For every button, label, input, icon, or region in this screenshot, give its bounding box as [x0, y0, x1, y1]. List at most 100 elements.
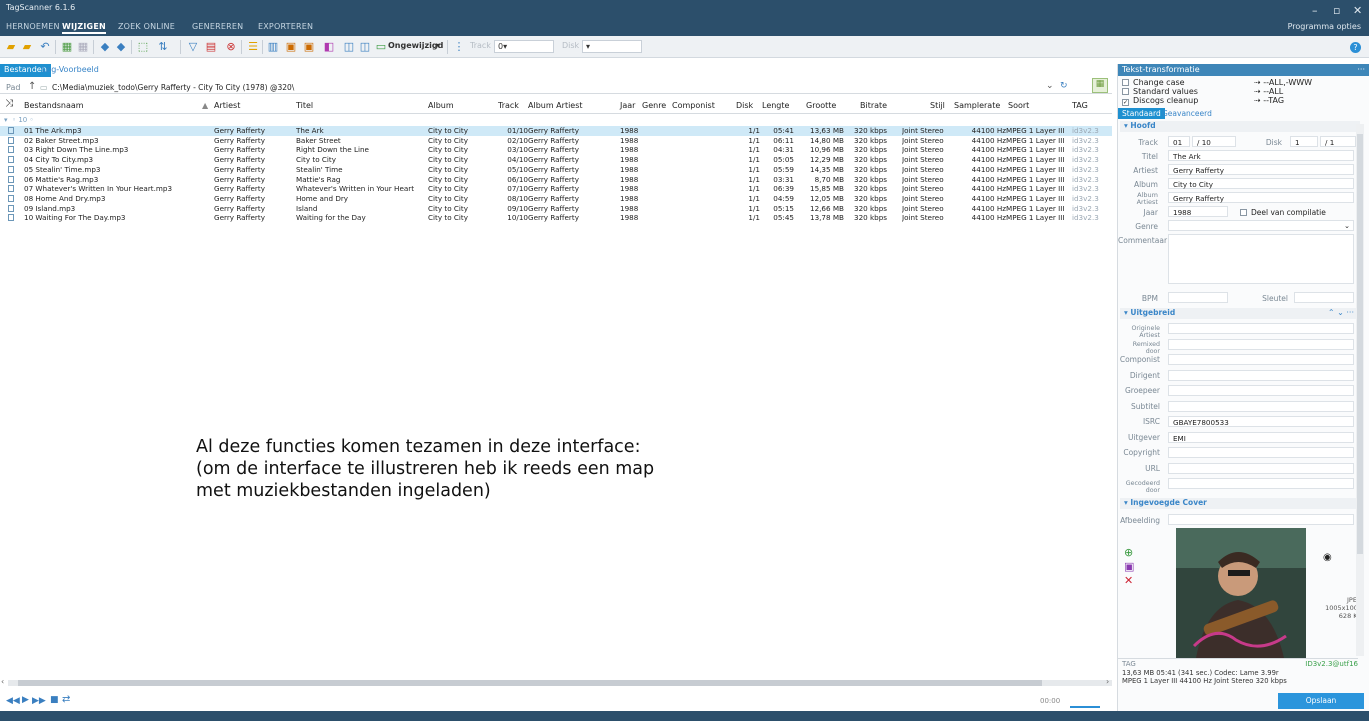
- cell-style[interactable]: Joint Stereo: [902, 155, 958, 165]
- cell-artist[interactable]: Gerry Rafferty: [214, 145, 294, 155]
- cell-title[interactable]: The Ark: [296, 126, 426, 136]
- close-icon[interactable]: ✕: [1353, 4, 1362, 17]
- cell-year[interactable]: 1988: [620, 175, 640, 185]
- cell-track[interactable]: 02/10: [498, 136, 528, 146]
- cell-style[interactable]: Joint Stereo: [902, 145, 958, 155]
- cell-album-artist[interactable]: Gerry Rafferty: [528, 136, 618, 146]
- cell-kind[interactable]: MPEG 1 Layer III: [1006, 145, 1070, 155]
- mode-icon[interactable]: ▭: [374, 40, 388, 54]
- chevron-down-icon[interactable]: ⌄: [1344, 221, 1350, 230]
- album-input[interactable]: City to City: [1168, 178, 1354, 189]
- scroll-right-icon[interactable]: ›: [1106, 677, 1109, 686]
- program-options-link[interactable]: Programma opties: [1288, 22, 1361, 31]
- cell-tag[interactable]: id3v2.3: [1072, 194, 1108, 204]
- cell-bitrate[interactable]: 320 kbps: [854, 126, 902, 136]
- track-input[interactable]: 01: [1168, 136, 1190, 147]
- media-icon[interactable]: ◧: [322, 40, 336, 54]
- cell-album[interactable]: City to City: [428, 126, 496, 136]
- cell-track[interactable]: 05/10: [498, 165, 528, 175]
- disk-total-input[interactable]: / 1: [1320, 136, 1356, 147]
- col-artiest[interactable]: Artiest: [214, 101, 240, 110]
- refresh-icon[interactable]: ↻: [1060, 81, 1068, 91]
- cell-year[interactable]: 1988: [620, 184, 640, 194]
- table-row[interactable]: 07 Whatever's Written In Your Heart.mp3 G…: [0, 184, 1112, 194]
- cell-length[interactable]: 04:59: [762, 194, 794, 204]
- cell-bitrate[interactable]: 320 kbps: [854, 175, 902, 185]
- cell-size[interactable]: 14,80 MB: [800, 136, 844, 146]
- cell-year[interactable]: 1988: [620, 136, 640, 146]
- play-icon[interactable]: ▶: [22, 695, 29, 705]
- col-album-artiest[interactable]: Album Artiest: [528, 101, 583, 110]
- cell-kind[interactable]: MPEG 1 Layer III: [1006, 204, 1070, 214]
- cell-samplerate[interactable]: 44100 Hz: [962, 155, 1006, 165]
- cell-album[interactable]: City to City: [428, 194, 496, 204]
- checkbox-discogs-cleanup[interactable]: ✓: [1122, 99, 1129, 106]
- cell-year[interactable]: 1988: [620, 145, 640, 155]
- cell-bitrate[interactable]: 320 kbps: [854, 136, 902, 146]
- col-album[interactable]: Album: [428, 101, 454, 110]
- cell-samplerate[interactable]: 44100 Hz: [962, 184, 1006, 194]
- scroll-thumb[interactable]: [18, 680, 1042, 686]
- ext-field-input[interactable]: [1168, 447, 1354, 458]
- cell-artist[interactable]: Gerry Rafferty: [214, 165, 294, 175]
- grid-dim-icon[interactable]: ▦: [76, 40, 90, 54]
- jaar-input[interactable]: 1988: [1168, 206, 1228, 217]
- cell-title[interactable]: Stealin' Time: [296, 165, 426, 175]
- cell-length[interactable]: 05:15: [762, 204, 794, 214]
- disk-input[interactable]: ▾: [582, 40, 642, 53]
- select-icon[interactable]: ⬚: [136, 40, 150, 54]
- undo-icon[interactable]: ↶: [38, 40, 52, 54]
- cell-size[interactable]: 12,66 MB: [800, 204, 844, 214]
- cell-length[interactable]: 05:59: [762, 165, 794, 175]
- group-row[interactable]: ▾ ◦ 10 ◦: [4, 116, 34, 124]
- cell-kind[interactable]: MPEG 1 Layer III: [1006, 136, 1070, 146]
- cell-file[interactable]: 02 Baker Street.mp3: [24, 136, 204, 146]
- cell-album-artist[interactable]: Gerry Rafferty: [528, 184, 618, 194]
- cell-bitrate[interactable]: 320 kbps: [854, 213, 902, 223]
- cell-file[interactable]: 05 Stealin' Time.mp3: [24, 165, 204, 175]
- afbeelding-input[interactable]: [1168, 514, 1354, 525]
- cell-album-artist[interactable]: Gerry Rafferty: [528, 126, 618, 136]
- cell-track[interactable]: 09/10: [498, 204, 528, 214]
- forward-icon[interactable]: ▶▶: [32, 696, 46, 706]
- prev-icon[interactable]: ◆: [98, 40, 112, 54]
- cell-title[interactable]: Waiting for the Day: [296, 213, 426, 223]
- save-button[interactable]: Opslaan: [1278, 693, 1364, 709]
- cell-size[interactable]: 8,70 MB: [800, 175, 844, 185]
- cell-bitrate[interactable]: 320 kbps: [854, 145, 902, 155]
- cell-album-artist[interactable]: Gerry Rafferty: [528, 204, 618, 214]
- cell-title[interactable]: Baker Street: [296, 136, 426, 146]
- ext-field-input[interactable]: [1168, 338, 1354, 350]
- cell-style[interactable]: Joint Stereo: [902, 165, 958, 175]
- cell-album-artist[interactable]: Gerry Rafferty: [528, 155, 618, 165]
- cell-title[interactable]: Right Down the Line: [296, 145, 426, 155]
- col-lengte[interactable]: Lengte: [762, 101, 789, 110]
- repeat-icon[interactable]: ⇄: [62, 694, 70, 705]
- cell-title[interactable]: Island: [296, 204, 426, 214]
- cell-disk[interactable]: 1/1: [736, 204, 760, 214]
- cell-kind[interactable]: MPEG 1 Layer III: [1006, 126, 1070, 136]
- tab-exporteren[interactable]: EXPORTEREN: [258, 22, 313, 31]
- cell-tag[interactable]: id3v2.3: [1072, 126, 1108, 136]
- cell-file[interactable]: 06 Mattie's Rag.mp3: [24, 175, 204, 185]
- shuffle-icon[interactable]: ⤨: [5, 98, 13, 109]
- cell-style[interactable]: Joint Stereo: [902, 136, 958, 146]
- ext-field-input[interactable]: [1168, 478, 1354, 489]
- checkbox-change-case[interactable]: [1122, 79, 1129, 86]
- remove-filter-icon[interactable]: ⊗: [224, 40, 238, 54]
- cell-artist[interactable]: Gerry Rafferty: [214, 194, 294, 204]
- ext-field-input[interactable]: EMI: [1168, 431, 1354, 443]
- numbering-icon[interactable]: ⋮: [452, 40, 466, 54]
- col-tag[interactable]: TAG: [1072, 101, 1088, 110]
- cell-kind[interactable]: MPEG 1 Layer III: [1006, 213, 1070, 223]
- cell-style[interactable]: Joint Stereo: [902, 213, 958, 223]
- genre-select[interactable]: ⌄: [1168, 220, 1354, 231]
- cell-track[interactable]: 06/10: [498, 175, 528, 185]
- cell-title[interactable]: City to City: [296, 155, 426, 165]
- col-grootte[interactable]: Grootte: [806, 101, 836, 110]
- transform-item[interactable]: Standard values ⇢ --ALL: [1122, 87, 1362, 96]
- add-cover-icon[interactable]: ⊕: [1124, 546, 1133, 559]
- cell-album-artist[interactable]: Gerry Rafferty: [528, 213, 618, 223]
- cell-bitrate[interactable]: 320 kbps: [854, 194, 902, 204]
- cell-artist[interactable]: Gerry Rafferty: [214, 184, 294, 194]
